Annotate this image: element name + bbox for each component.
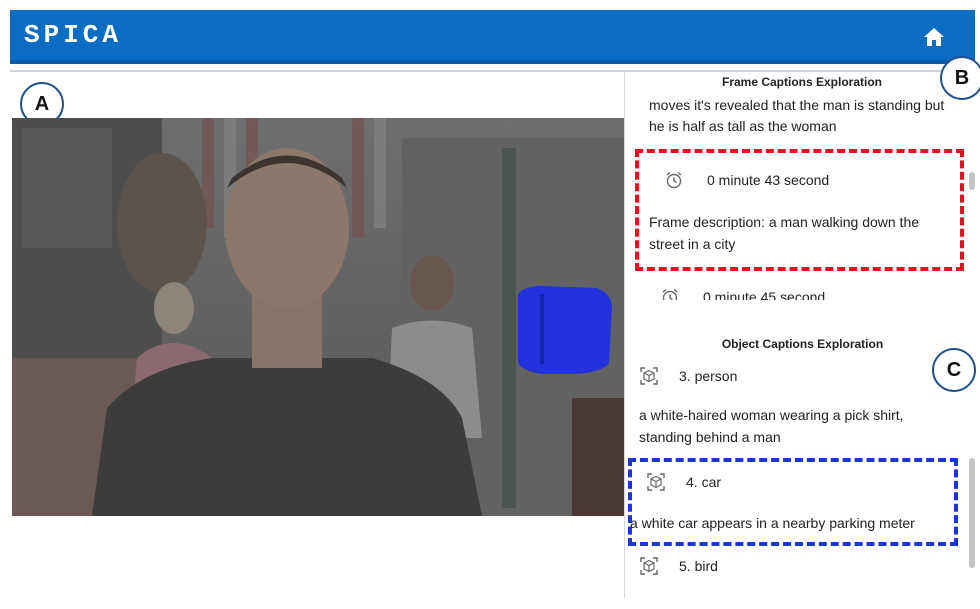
frame-caption-card-selected[interactable]: 0 minute 43 second Frame description: a …	[635, 149, 964, 271]
object-label: 4. car	[686, 474, 722, 490]
home-button[interactable]	[921, 24, 947, 50]
video-frame[interactable]	[12, 118, 626, 516]
cube-scan-icon	[647, 473, 665, 491]
object-mask	[518, 286, 612, 374]
panel-marker-c: C	[932, 348, 976, 392]
app-title: SPICA	[24, 20, 123, 50]
object-item-car[interactable]: 4. car	[646, 472, 721, 492]
frame-captions-panel[interactable]: Frame Captions Exploration moves it's re…	[624, 72, 979, 300]
object-panel-title: Object Captions Exploration	[721, 337, 884, 351]
object-panel-scrollbar[interactable]	[969, 458, 975, 568]
object-captions-panel[interactable]: Object Captions Exploration 3. person a …	[624, 300, 979, 598]
app-header: SPICA	[10, 10, 975, 64]
alarm-clock-icon	[662, 288, 678, 300]
frame-panel-title: Frame Captions Exploration	[721, 75, 883, 89]
alarm-clock-icon	[666, 171, 682, 189]
home-icon	[924, 28, 944, 46]
frame-panel-scrollbar[interactable]	[969, 172, 975, 190]
object-label: 3. person	[679, 368, 738, 384]
frame-caption-card-next[interactable]: 0 minute 45 second	[661, 288, 825, 300]
object-label: 5. bird	[679, 558, 718, 574]
object-caption-card-selected[interactable]: 4. car a white car appears in a nearby p…	[628, 458, 958, 546]
cube-scan-icon	[640, 367, 658, 385]
frame-time: 0 minute 45 second	[703, 289, 826, 300]
object-item-person[interactable]: 3. person	[639, 366, 737, 386]
panel-marker-b: B	[940, 56, 980, 100]
frame-previous-caption: moves it's revealed that the man is stan…	[649, 97, 945, 134]
frame-time: 0 minute 43 second	[707, 172, 830, 188]
object-description: a white-haired woman wearing a pick shir…	[639, 407, 904, 445]
cube-scan-icon	[640, 557, 658, 575]
object-description: a white car appears in a nearby parking …	[630, 515, 915, 531]
object-item-bird[interactable]: 5. bird	[639, 556, 718, 576]
frame-description: Frame description: a man walking down th…	[649, 214, 920, 252]
